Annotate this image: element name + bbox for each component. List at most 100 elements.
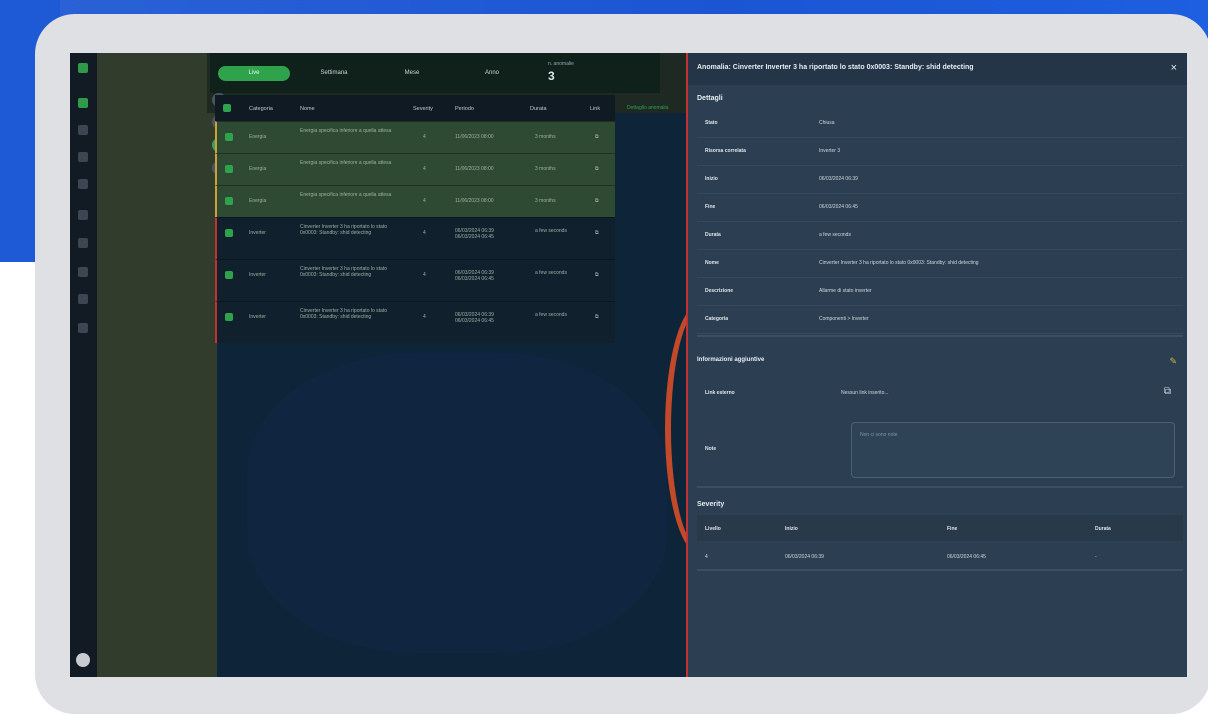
- sidebar-list-icon[interactable]: [78, 125, 88, 135]
- row-severity: 4: [423, 314, 426, 320]
- severity-col-end: Fine: [947, 526, 958, 532]
- sidebar-dashboard-icon[interactable]: [78, 98, 88, 108]
- sidebar-calendar-icon[interactable]: [78, 179, 88, 189]
- sidebar-time-icon[interactable]: [78, 152, 88, 162]
- row-severity: 4: [423, 134, 426, 140]
- select-all-checkbox[interactable]: [223, 104, 231, 112]
- sidebar-docs-icon[interactable]: [78, 294, 88, 304]
- row-name: Cinverter Inverter 3 ha riportato lo sta…: [300, 224, 387, 236]
- detail-key: Descrizione: [705, 288, 734, 294]
- section-divider: [697, 486, 1183, 488]
- copy-link-icon[interactable]: ⧉: [1164, 386, 1171, 397]
- filter-week-button[interactable]: Settimana: [302, 66, 366, 81]
- severity-end: 06/03/2024 06:45: [947, 554, 986, 560]
- sidebar-chart-icon[interactable]: [78, 238, 88, 248]
- detail-key: Nome: [705, 260, 719, 266]
- col-name[interactable]: Nome: [300, 106, 315, 112]
- row-checkbox[interactable]: [225, 271, 233, 279]
- row-checkbox[interactable]: [225, 229, 233, 237]
- severity-level: 4: [705, 554, 708, 560]
- detail-key: Categoria: [705, 316, 729, 322]
- filter-month-button[interactable]: Mese: [380, 66, 444, 81]
- filter-toolbar: Live Settimana Mese Anno n. anomalie 3: [210, 53, 660, 93]
- sidebar-users-icon[interactable]: [78, 267, 88, 277]
- row-period: 11/06/2023 08:00: [455, 166, 494, 172]
- row-checkbox[interactable]: [225, 197, 233, 205]
- severity-row: 4 06/03/2024 06:39 06/03/2024 06:45 -: [697, 543, 1183, 571]
- note-textarea[interactable]: Non ci sono note: [851, 422, 1175, 478]
- row-name: Energia specifica inferiore a quella att…: [300, 192, 392, 198]
- row-duration: a few seconds: [535, 270, 567, 276]
- table-row[interactable]: Inverter Cinverter Inverter 3 ha riporta…: [215, 217, 615, 259]
- detail-row: Nome Cinverter Inverter 3 ha riportato l…: [697, 249, 1183, 278]
- detail-row: Inizio 06/03/2024 06:39: [697, 165, 1183, 194]
- note-placeholder: Non ci sono note: [860, 432, 898, 438]
- external-link-row: Link esterno Nessun link inserito...: [697, 379, 1183, 407]
- table-row[interactable]: Energia Energia specifica inferiore a qu…: [215, 121, 615, 153]
- detail-key: Fine: [705, 204, 716, 210]
- detail-key: Durata: [705, 232, 721, 238]
- table-row[interactable]: Inverter Cinverter Inverter 3 ha riporta…: [215, 301, 615, 343]
- col-severity[interactable]: Severity: [413, 106, 433, 112]
- row-checkbox[interactable]: [225, 133, 233, 141]
- row-duration: a few seconds: [535, 228, 567, 234]
- user-avatar-icon[interactable]: [76, 653, 90, 667]
- row-link-icon[interactable]: ⧉: [595, 166, 599, 172]
- app-sidebar: [70, 53, 97, 677]
- row-link-icon[interactable]: ⧉: [595, 230, 599, 236]
- row-period: 11/06/2023 08:00: [455, 198, 494, 204]
- details-title: Dettagli: [697, 95, 723, 102]
- row-name: Energia specifica inferiore a quella att…: [300, 160, 392, 166]
- row-duration: 3 months: [535, 166, 556, 172]
- row-link-icon[interactable]: ⧉: [595, 134, 599, 140]
- detail-row: Descrizione Allarme di stato inverter: [697, 277, 1183, 306]
- sidebar-report-icon[interactable]: [78, 210, 88, 220]
- anomaly-counter-label: n. anomalie: [548, 61, 574, 67]
- external-link-value[interactable]: Nessun link inserito...: [841, 390, 889, 396]
- sidebar-settings-icon[interactable]: [78, 323, 88, 333]
- detail-value: 06/03/2024 06:45: [819, 204, 858, 210]
- row-name: Energia specifica inferiore a quella att…: [300, 128, 392, 134]
- row-period: 06/03/2024 06:39 06/03/2024 06:45: [455, 270, 494, 282]
- row-link-icon[interactable]: ⧉: [595, 314, 599, 320]
- severity-title: Severity: [697, 501, 725, 508]
- detail-value: Componenti > Inverter: [819, 316, 869, 322]
- table-row[interactable]: Energia Energia specifica inferiore a qu…: [215, 185, 615, 217]
- col-duration[interactable]: Durata: [530, 106, 547, 112]
- detail-row: Fine 06/03/2024 06:45: [697, 193, 1183, 222]
- row-category: Energia: [249, 198, 267, 204]
- table-row[interactable]: Inverter Cinverter Inverter 3 ha riporta…: [215, 259, 615, 301]
- row-category: Energia: [249, 134, 267, 140]
- severity-col-duration: Durata: [1095, 526, 1111, 532]
- row-category: Inverter: [249, 272, 266, 278]
- close-icon[interactable]: ×: [1171, 62, 1177, 74]
- row-link-icon[interactable]: ⧉: [595, 272, 599, 278]
- detail-row: Stato Chiusa: [697, 109, 1183, 138]
- severity-col-level: Livello: [705, 526, 721, 532]
- detail-row: Risorsa correlata Inverter 3: [697, 137, 1183, 166]
- row-severity: 4: [423, 230, 426, 236]
- row-checkbox[interactable]: [225, 165, 233, 173]
- extra-info-title: Informazioni aggiuntive: [697, 357, 765, 363]
- anomaly-detail-link[interactable]: Dettaglio anomalia: [627, 105, 668, 111]
- row-link-icon[interactable]: ⧉: [595, 198, 599, 204]
- row-checkbox[interactable]: [225, 313, 233, 321]
- detail-value: 06/03/2024 06:39: [819, 176, 858, 182]
- anomaly-detail-drawer: Anomalia: Cinverter Inverter 3 ha riport…: [686, 53, 1187, 677]
- row-duration: a few seconds: [535, 312, 567, 318]
- filter-year-button[interactable]: Anno: [460, 66, 524, 81]
- severity-start: 06/03/2024 06:39: [785, 554, 824, 560]
- row-severity: 4: [423, 166, 426, 172]
- detail-value: Allarme di stato inverter: [819, 288, 872, 294]
- app-screen: Live Settimana Mese Anno n. anomalie 3 C…: [70, 53, 1187, 677]
- detail-key: Inizio: [705, 176, 718, 182]
- table-row[interactable]: Energia Energia specifica inferiore a qu…: [215, 153, 615, 185]
- col-link: Link: [590, 106, 601, 112]
- filter-live-button[interactable]: Live: [218, 66, 290, 81]
- table-header: Categoria Nome Severity Periodo Durata L…: [215, 95, 615, 121]
- col-period[interactable]: Periodo: [455, 106, 474, 112]
- edit-icon[interactable]: ✎: [1169, 356, 1177, 367]
- col-category[interactable]: Categoria: [249, 106, 273, 112]
- row-name: Cinverter Inverter 3 ha riportato lo sta…: [300, 266, 387, 278]
- severity-table-header: Livello Inizio Fine Durata: [697, 515, 1183, 541]
